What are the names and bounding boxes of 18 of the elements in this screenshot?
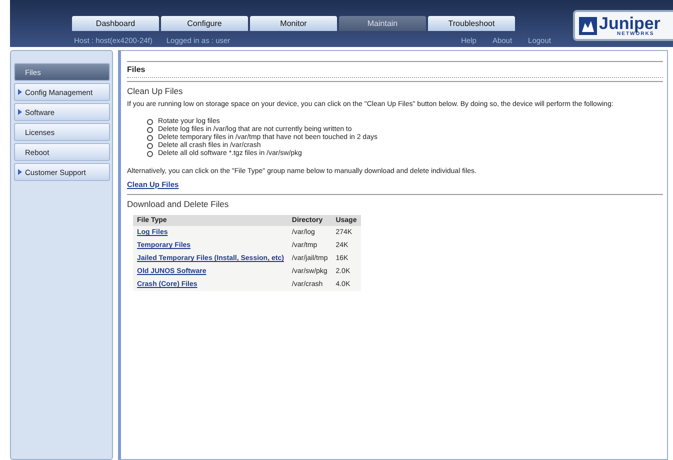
logo-icon	[579, 16, 597, 34]
expand-icon	[18, 109, 22, 115]
section-heading: Download and Delete Files	[127, 198, 230, 209]
expand-icon	[18, 169, 22, 175]
nav-tab[interactable]: Maintain	[339, 16, 426, 31]
nav-tab[interactable]: Troubleshoot	[428, 16, 515, 31]
logo-name: Juniper	[599, 14, 660, 32]
bullet-icon	[147, 127, 153, 133]
section-heading: Clean Up Files	[127, 85, 184, 96]
expand-icon	[18, 89, 22, 95]
bullet-icon	[147, 143, 153, 149]
bullet-icon	[147, 119, 153, 125]
nav-tab[interactable]: Monitor	[250, 16, 337, 31]
bullet-icon	[147, 135, 153, 141]
nav-tab[interactable]: Dashboard	[72, 16, 159, 31]
page-title: Files	[127, 62, 663, 78]
bullet-icon	[147, 151, 153, 157]
nav-tab[interactable]: Configure	[161, 16, 248, 31]
